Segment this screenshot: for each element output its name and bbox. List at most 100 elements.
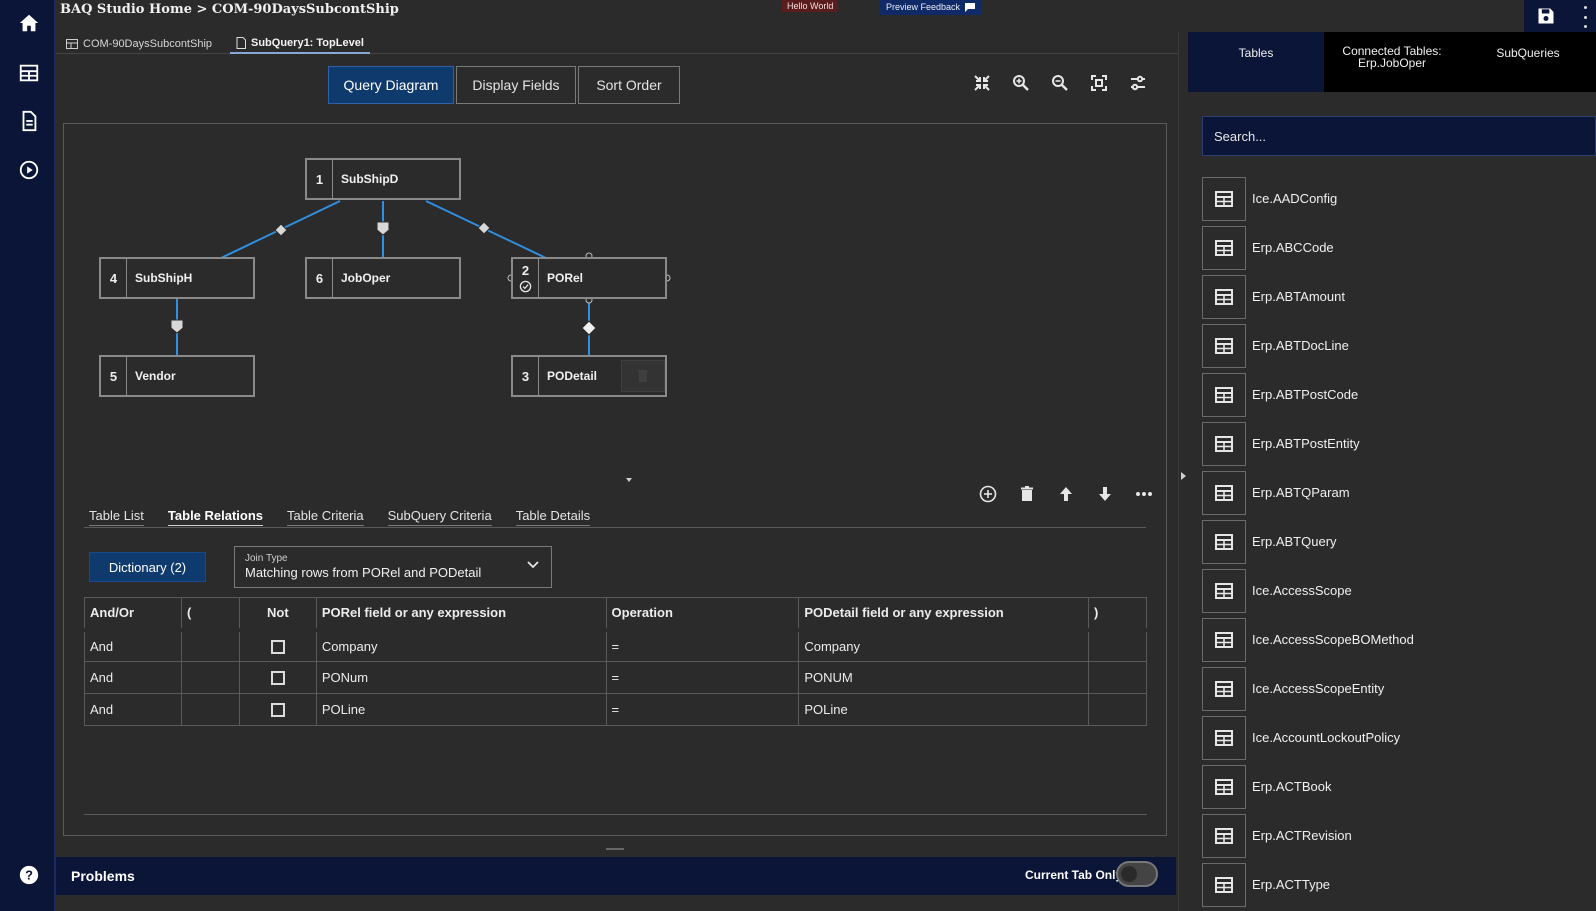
- andor-cell[interactable]: And: [84, 661, 182, 694]
- tab-query-diagram[interactable]: Query Diagram: [328, 66, 454, 104]
- not-checkbox[interactable]: [270, 671, 285, 686]
- dictionary-button[interactable]: Dictionary (2): [89, 552, 206, 582]
- list-item[interactable]: Ice.AADConfig: [1202, 174, 1596, 223]
- table-icon[interactable]: [1202, 568, 1246, 613]
- document-icon[interactable]: [14, 106, 44, 136]
- table-icon[interactable]: [1202, 666, 1246, 711]
- table-icon[interactable]: [1202, 617, 1246, 662]
- open-paren-cell[interactable]: [180, 661, 240, 694]
- close-paren-cell[interactable]: [1088, 629, 1147, 662]
- breadcrumb[interactable]: BAQ Studio Home > COM-90DaysSubcontShip: [60, 2, 399, 17]
- list-item[interactable]: Erp.ACTBook: [1202, 762, 1596, 811]
- col-header-close-paren[interactable]: ): [1088, 597, 1147, 632]
- table-search-input[interactable]: [1202, 116, 1596, 156]
- zoom-out-icon[interactable]: [1050, 73, 1070, 93]
- tab-connected-tables[interactable]: Connected Tables: Erp.JobOper: [1324, 32, 1460, 92]
- open-paren-cell[interactable]: [180, 693, 240, 726]
- table-node-subshipd[interactable]: 1 SubShipD: [305, 158, 461, 200]
- table-icon[interactable]: [14, 58, 44, 88]
- col-header-operation[interactable]: Operation: [605, 597, 800, 632]
- list-item[interactable]: Erp.ABTQParam: [1202, 468, 1596, 517]
- table-row[interactable]: And POLine = POLine: [84, 693, 1147, 726]
- table-icon[interactable]: [1202, 470, 1246, 515]
- list-item[interactable]: Erp.ABCCode: [1202, 223, 1596, 272]
- table-node-subshiph[interactable]: 4 SubShipH: [99, 257, 255, 299]
- tab-subqueries[interactable]: SubQueries: [1460, 32, 1596, 92]
- left-field-cell[interactable]: PONum: [315, 661, 607, 694]
- arrow-down-icon[interactable]: [1095, 484, 1115, 504]
- table-icon[interactable]: [1202, 323, 1246, 368]
- preview-feedback-button[interactable]: Preview Feedback: [880, 0, 982, 15]
- col-header-left-field[interactable]: PORel field or any expression: [315, 597, 607, 632]
- list-item[interactable]: Ice.AccessScopeBOMethod: [1202, 615, 1596, 664]
- left-field-cell[interactable]: Company: [315, 629, 607, 662]
- collapse-caret-icon[interactable]: [626, 478, 632, 482]
- operation-cell[interactable]: =: [605, 661, 800, 694]
- tab-display-fields[interactable]: Display Fields: [456, 66, 576, 104]
- col-header-not[interactable]: Not: [238, 597, 317, 632]
- doc-tab-subquery[interactable]: SubQuery1: TopLevel: [230, 34, 370, 54]
- right-field-cell[interactable]: POLine: [798, 693, 1090, 726]
- table-node-porel[interactable]: 2 PORel: [511, 257, 667, 299]
- query-diagram-canvas[interactable]: 1 SubShipD 4 SubShipH 6 JobOper 2 PORel …: [64, 124, 1166, 524]
- current-tab-only-toggle[interactable]: [1116, 861, 1158, 887]
- left-field-cell[interactable]: POLine: [315, 693, 607, 726]
- list-item[interactable]: Ice.AccessScopeEntity: [1202, 664, 1596, 713]
- andor-cell[interactable]: And: [84, 693, 182, 726]
- tab-table-list[interactable]: Table List: [84, 502, 149, 528]
- tab-table-details[interactable]: Table Details: [511, 502, 595, 528]
- table-node-podetail[interactable]: 3 PODetail: [511, 355, 667, 397]
- col-header-andor[interactable]: And/Or: [84, 597, 182, 632]
- list-item[interactable]: Erp.ABTAmount: [1202, 272, 1596, 321]
- tab-subquery-criteria[interactable]: SubQuery Criteria: [383, 502, 497, 528]
- more-menu-icon[interactable]: [1580, 6, 1590, 28]
- not-checkbox[interactable]: [270, 703, 285, 718]
- operation-cell[interactable]: =: [605, 629, 800, 662]
- table-node-joboper[interactable]: 6 JobOper: [305, 257, 461, 299]
- add-circle-icon[interactable]: [978, 484, 998, 504]
- table-icon[interactable]: [1202, 372, 1246, 417]
- help-icon[interactable]: ?: [14, 860, 44, 890]
- operation-cell[interactable]: =: [605, 693, 800, 726]
- table-node-vendor[interactable]: 5 Vendor: [99, 355, 255, 397]
- home-icon[interactable]: [14, 8, 44, 38]
- close-paren-cell[interactable]: [1088, 661, 1147, 694]
- tab-table-relations[interactable]: Table Relations: [163, 502, 268, 528]
- list-item[interactable]: Erp.ABTDocLine: [1202, 321, 1596, 370]
- resize-handle[interactable]: [606, 848, 624, 850]
- list-item[interactable]: Erp.ABTPostEntity: [1202, 419, 1596, 468]
- play-icon[interactable]: [14, 155, 44, 185]
- col-header-open-paren[interactable]: (: [180, 597, 240, 632]
- collapse-icon[interactable]: [972, 73, 992, 93]
- expand-caret-icon[interactable]: [1181, 472, 1186, 480]
- list-item[interactable]: Erp.ABTPostCode: [1202, 370, 1596, 419]
- zoom-in-icon[interactable]: [1011, 73, 1031, 93]
- save-icon[interactable]: [1534, 4, 1558, 28]
- table-row[interactable]: And PONum = PONUM: [84, 661, 1147, 694]
- fit-screen-icon[interactable]: [1089, 73, 1109, 93]
- table-icon[interactable]: [1202, 519, 1246, 564]
- panel-splitter[interactable]: [1178, 32, 1188, 911]
- tab-table-criteria[interactable]: Table Criteria: [282, 502, 369, 528]
- table-icon[interactable]: [1202, 225, 1246, 270]
- problems-title[interactable]: Problems: [71, 868, 135, 884]
- join-type-select[interactable]: Join Type Matching rows from PORel and P…: [234, 546, 552, 588]
- node-delete-button[interactable]: [621, 360, 665, 392]
- tab-tables[interactable]: Tables: [1188, 32, 1324, 92]
- col-header-right-field[interactable]: PODetail field or any expression: [798, 597, 1090, 632]
- right-field-cell[interactable]: PONUM: [798, 661, 1090, 694]
- close-paren-cell[interactable]: [1088, 693, 1147, 726]
- table-row[interactable]: And Company = Company: [84, 629, 1147, 662]
- list-item[interactable]: Erp.ABTQuery: [1202, 517, 1596, 566]
- tab-sort-order[interactable]: Sort Order: [578, 66, 680, 104]
- list-item[interactable]: Ice.AccessScope: [1202, 566, 1596, 615]
- andor-cell[interactable]: And: [84, 629, 182, 662]
- more-horizontal-icon[interactable]: [1134, 484, 1154, 504]
- list-item[interactable]: Erp.ACTRevision: [1202, 811, 1596, 860]
- not-checkbox[interactable]: [270, 640, 285, 655]
- arrow-up-icon[interactable]: [1056, 484, 1076, 504]
- layout-settings-icon[interactable]: [1128, 73, 1148, 93]
- table-icon[interactable]: [1202, 274, 1246, 319]
- table-icon[interactable]: [1202, 813, 1246, 858]
- table-icon[interactable]: [1202, 715, 1246, 760]
